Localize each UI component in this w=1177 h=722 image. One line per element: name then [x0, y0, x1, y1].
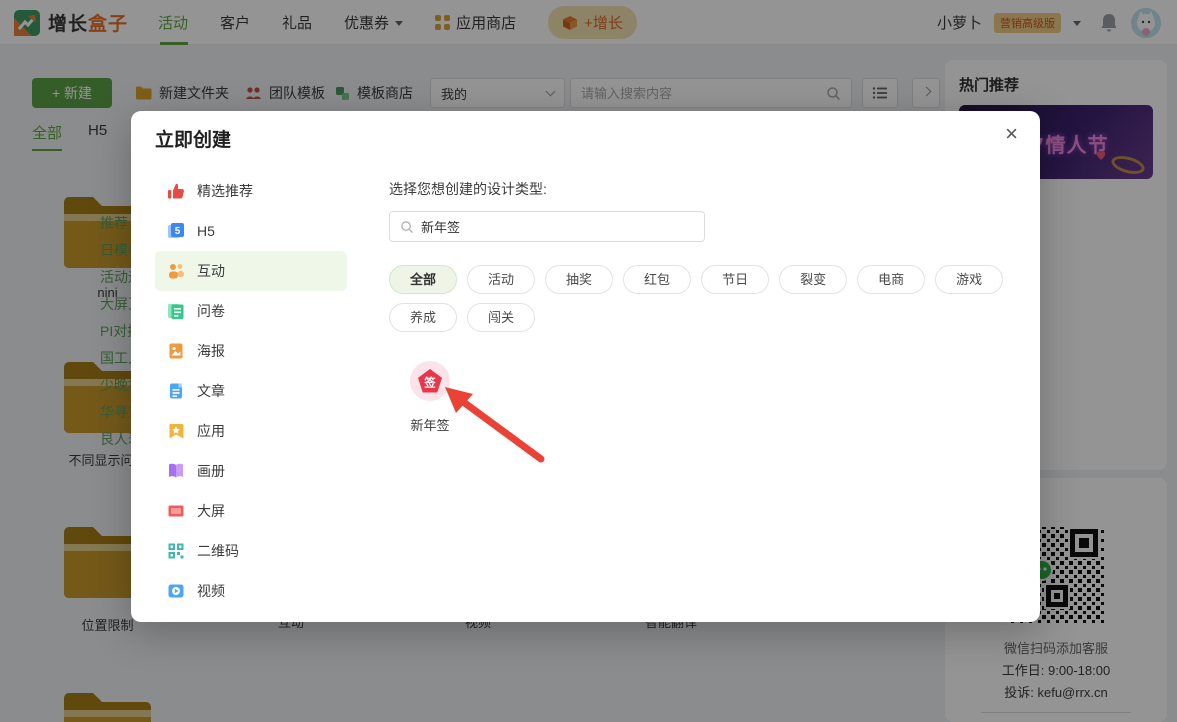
sidebar-item-label: 文章 — [197, 381, 225, 401]
sidebar-item-label: 应用 — [197, 421, 225, 441]
sidebar-item-album[interactable]: 画册 — [155, 451, 347, 491]
sidebar-item-qrcode[interactable]: 二维码 — [155, 531, 347, 571]
sidebar-item-label: 精选推荐 — [197, 181, 253, 201]
sidebar-item-survey[interactable]: 问卷 — [155, 291, 347, 331]
design-type-prompt: 选择您想创建的设计类型: — [389, 179, 547, 199]
chip-festival[interactable]: 节日 — [701, 265, 769, 294]
sidebar-item-label: 二维码 — [197, 541, 239, 561]
people-icon — [167, 262, 185, 280]
template-search[interactable] — [389, 211, 705, 242]
sidebar-item-h5[interactable]: 5 H5 — [155, 211, 347, 251]
chip-levels[interactable]: 闯关 — [467, 303, 535, 332]
sidebar-item-video[interactable]: 视频 — [155, 571, 347, 611]
close-icon[interactable]: × — [1005, 123, 1018, 145]
category-chips: 全部 活动 抽奖 红包 节日 裂变 电商 游戏 养成 闯关 — [389, 265, 1009, 332]
chip-activity[interactable]: 活动 — [467, 265, 535, 294]
video-icon — [167, 582, 185, 600]
create-now-modal: 立即创建 × 精选推荐 5 H5 互动 问卷 海报 — [131, 111, 1040, 622]
chip-game[interactable]: 游戏 — [935, 265, 1003, 294]
template-search-input[interactable] — [421, 219, 694, 234]
chip-lottery[interactable]: 抽奖 — [545, 265, 613, 294]
chip-ecommerce[interactable]: 电商 — [857, 265, 925, 294]
sidebar-item-label: 视频 — [197, 581, 225, 601]
sidebar-item-label: 画册 — [197, 461, 225, 481]
modal-title: 立即创建 — [155, 125, 231, 152]
sidebar-item-label: 海报 — [197, 341, 225, 361]
app-root: 增长盒子 活动 客户 礼品 优惠券 应用商店 +增长 小萝卜 营销高级版 — [0, 0, 1177, 722]
chip-redpacket[interactable]: 红包 — [623, 265, 691, 294]
poster-icon — [167, 342, 185, 360]
sidebar-item-label: 大屏 — [197, 501, 225, 521]
sidebar-item-featured[interactable]: 精选推荐 — [155, 171, 347, 211]
chip-nurture[interactable]: 养成 — [389, 303, 457, 332]
sidebar-item-interactive[interactable]: 互动 — [155, 251, 347, 291]
chip-all[interactable]: 全部 — [389, 265, 457, 294]
sidebar-item-label: 互动 — [197, 261, 225, 281]
chip-fission[interactable]: 裂变 — [779, 265, 847, 294]
h5-icon: 5 — [167, 222, 185, 240]
sidebar-item-app[interactable]: 应用 — [155, 411, 347, 451]
modal-sidebar: 精选推荐 5 H5 互动 问卷 海报 文章 — [155, 171, 347, 611]
survey-icon — [167, 302, 185, 320]
bigscreen-icon — [167, 502, 185, 520]
sidebar-item-label: 问卷 — [197, 301, 225, 321]
sidebar-item-bigscreen[interactable]: 大屏 — [155, 491, 347, 531]
article-icon — [167, 382, 185, 400]
sidebar-item-article[interactable]: 文章 — [155, 371, 347, 411]
search-icon — [400, 220, 414, 234]
sidebar-item-label: H5 — [197, 223, 215, 239]
qrcode-icon — [167, 542, 185, 560]
thumb-up-icon — [167, 182, 185, 200]
annotation-arrow — [431, 373, 556, 473]
album-icon — [167, 462, 185, 480]
sidebar-item-poster[interactable]: 海报 — [155, 331, 347, 371]
bookmark-star-icon — [167, 422, 185, 440]
svg-text:5: 5 — [175, 226, 181, 237]
